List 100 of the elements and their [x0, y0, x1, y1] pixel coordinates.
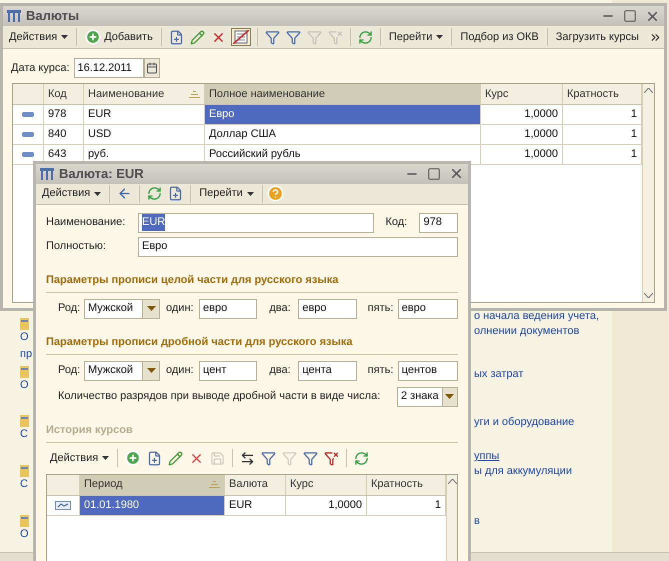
link[interactable]: ых затрат — [474, 366, 524, 382]
goto-menu[interactable]: Перейти — [195, 184, 258, 204]
text-field[interactable]: 978 — [419, 212, 458, 232]
column-header[interactable]: Курс — [481, 84, 563, 104]
table-cell: EUR — [225, 496, 286, 514]
calendar-icon — [146, 62, 158, 74]
link[interactable]: С — [20, 427, 28, 441]
section-title: Параметры прописи целой части для русского языка — [46, 274, 338, 286]
plus-icon[interactable] — [125, 450, 142, 466]
sort-icon — [189, 90, 200, 98]
maximize-button[interactable] — [427, 166, 441, 181]
text-field[interactable]: евро — [298, 298, 357, 318]
filter-clear-icon[interactable] — [324, 450, 340, 466]
plus-icon — [85, 29, 102, 45]
scroll-up-icon[interactable] — [644, 88, 653, 93]
caret-icon[interactable] — [146, 368, 156, 373]
row-icon — [22, 132, 34, 137]
copy-icon[interactable] — [168, 30, 184, 44]
scrollbar[interactable] — [642, 84, 654, 302]
row-icon — [22, 152, 34, 157]
back-icon[interactable] — [117, 186, 132, 201]
field-label: Код: — [385, 215, 408, 230]
caret-icon — [94, 192, 102, 196]
link[interactable]: О — [20, 330, 29, 344]
field-label: два: — [269, 363, 292, 378]
sort-icon — [209, 481, 220, 488]
link[interactable]: в — [474, 513, 480, 530]
table-cell: 978 — [44, 105, 84, 124]
text-field[interactable]: центов — [398, 360, 458, 380]
refresh-icon[interactable] — [358, 30, 373, 44]
add-button[interactable]: Добавить — [81, 28, 157, 46]
field-label: один: — [166, 301, 195, 316]
link[interactable]: С — [20, 477, 28, 491]
table-cell: 1,0000 — [481, 105, 563, 124]
field-label: Род: — [58, 363, 82, 378]
link[interactable]: уппы — [474, 448, 500, 464]
caret-icon[interactable] — [146, 306, 156, 311]
table-cell: 1,0000 — [286, 496, 367, 514]
toolbar-button[interactable]: Подбор из ОКВ — [456, 28, 543, 46]
caret-icon — [61, 35, 68, 39]
field-label: пять: — [368, 363, 394, 378]
toolbar-button[interactable]: Загрузить курсы — [552, 28, 643, 46]
pencil-icon[interactable] — [190, 30, 205, 44]
refresh-icon[interactable] — [147, 186, 162, 201]
dropdown-field[interactable]: Мужской — [84, 298, 160, 318]
section-title: Параметры прописи дробной части для русского языка — [46, 336, 352, 348]
copy-icon[interactable] — [168, 186, 184, 201]
text-field[interactable]: цента — [298, 360, 357, 380]
field-label: Количество разрядов при выводе дробной части в виде числа: — [58, 389, 382, 404]
caret-icon — [102, 456, 110, 460]
filter-icon[interactable] — [286, 30, 301, 44]
filter-icon[interactable] — [264, 30, 280, 44]
text-field[interactable]: евро — [199, 298, 258, 318]
text-field[interactable]: EUR — [138, 212, 374, 232]
dropdown-field[interactable]: Мужской — [84, 360, 160, 380]
date-field[interactable]: 16.12.2011 — [74, 58, 144, 78]
caret-icon[interactable] — [445, 394, 454, 399]
column-header[interactable]: Полное наименование — [205, 84, 481, 104]
link[interactable]: олнении документов — [474, 323, 580, 340]
calendar-button[interactable] — [144, 58, 160, 78]
field-label: пять: — [368, 301, 394, 316]
link[interactable]: ы для аккумуляции — [474, 463, 572, 480]
refresh-icon[interactable] — [354, 450, 370, 466]
text-field[interactable]: Евро — [138, 236, 458, 256]
field-label: Полностью: — [46, 239, 107, 254]
caret-icon — [436, 35, 444, 39]
scroll-up-icon[interactable] — [448, 478, 456, 484]
link[interactable]: О — [20, 527, 29, 541]
dropdown-field[interactable]: 2 знака — [397, 386, 458, 406]
caret-icon — [246, 192, 254, 196]
copy-icon[interactable] — [147, 450, 162, 466]
table-cell: 1,0000 — [481, 145, 563, 164]
maximize-button[interactable] — [623, 9, 637, 23]
field-label: два: — [269, 301, 292, 316]
table-cell: 840 — [44, 125, 84, 144]
scroll-down-icon[interactable] — [644, 293, 653, 298]
document-icon — [20, 515, 29, 527]
pencil-icon[interactable] — [168, 450, 184, 466]
table-cell: Евро — [205, 105, 481, 124]
table-icon — [7, 10, 21, 22]
link[interactable]: уги и оборудование — [474, 414, 574, 430]
row-icon — [22, 112, 34, 117]
actions-menu[interactable]: Действия — [38, 184, 106, 204]
link[interactable]: о начала ведения учета, — [474, 308, 600, 324]
column-header[interactable]: Код — [44, 84, 84, 104]
table-icon — [40, 168, 54, 180]
table-cell: USD — [84, 125, 205, 144]
text-field[interactable]: евро — [398, 298, 458, 318]
actions-menu[interactable]: Действия — [5, 27, 72, 47]
text-field[interactable]: цент — [199, 360, 258, 380]
arrows-icon[interactable] — [240, 450, 256, 466]
filter-icon[interactable] — [261, 450, 276, 466]
scrollbar[interactable] — [446, 474, 457, 561]
toggle-button[interactable] — [230, 28, 251, 46]
link[interactable]: О — [20, 378, 29, 392]
document-icon — [20, 366, 29, 378]
field-label: Дата курса: — [11, 60, 70, 76]
filter-icon[interactable] — [303, 450, 318, 466]
link[interactable]: пр — [20, 347, 32, 361]
goto-menu[interactable]: Перейти — [384, 27, 448, 47]
